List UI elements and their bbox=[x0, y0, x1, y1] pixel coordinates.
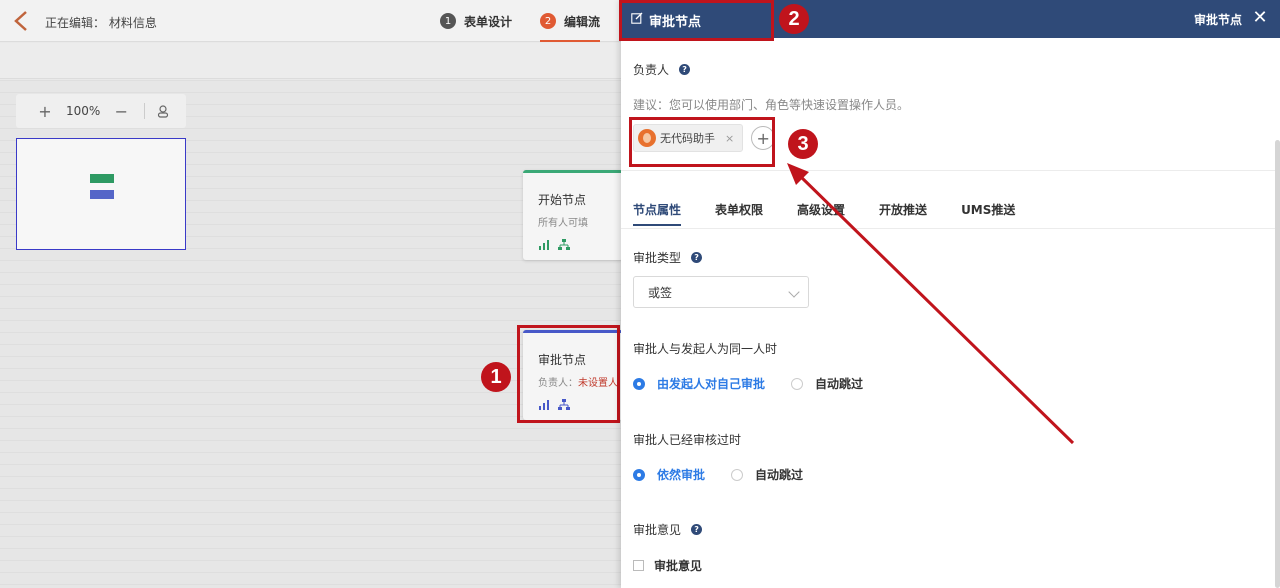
step-number: 2 bbox=[540, 13, 557, 29]
checkbox-indicator bbox=[633, 560, 644, 571]
annotation-badge-1: 1 bbox=[481, 362, 511, 392]
step-edit-flow[interactable]: 2 编辑流 bbox=[540, 0, 601, 42]
opinion-label: 审批意见 ? bbox=[633, 521, 703, 538]
start-node[interactable]: 开始节点 所有人可填 bbox=[523, 170, 623, 260]
annotation-box-2 bbox=[619, 0, 774, 41]
owner-section-label: 负责人 ? bbox=[633, 61, 691, 78]
help-icon[interactable]: ? bbox=[691, 524, 703, 535]
same-person-label: 审批人与发起人为同一人时 bbox=[633, 342, 778, 356]
minimap-approve-node bbox=[90, 190, 114, 199]
select-value: 或签 bbox=[648, 285, 673, 300]
annotation-badge-3: 3 bbox=[788, 129, 818, 159]
zoom-level: 100% bbox=[66, 104, 101, 118]
drawer-scrollbar[interactable] bbox=[1275, 140, 1280, 588]
approve-type-label: 审批类型 ? bbox=[633, 249, 703, 266]
bar-chart-icon[interactable] bbox=[538, 239, 550, 251]
org-tree-icon[interactable] bbox=[558, 239, 570, 251]
back-arrow-icon[interactable] bbox=[12, 10, 32, 32]
tab-ums-push[interactable]: UMS推送 bbox=[961, 192, 1015, 226]
radio-indicator bbox=[633, 377, 645, 390]
node-title: 开始节点 bbox=[538, 193, 587, 207]
zoom-in-button[interactable]: + bbox=[34, 102, 56, 121]
step-label: 编辑流 bbox=[564, 14, 601, 29]
reviewed-label: 审批人已经审核过时 bbox=[633, 433, 742, 447]
radio-self-approve[interactable]: 由发起人对自己审批 bbox=[633, 375, 765, 392]
zoom-out-button[interactable]: − bbox=[110, 102, 132, 121]
radio-indicator bbox=[633, 468, 645, 481]
help-icon[interactable]: ? bbox=[691, 252, 703, 263]
same-person-radio-group: 由发起人对自己审批 自动跳过 bbox=[633, 375, 889, 392]
node-subtitle: 所有人可填 bbox=[538, 218, 588, 229]
annotation-box-1 bbox=[517, 325, 620, 423]
radio-auto-skip[interactable]: 自动跳过 bbox=[791, 375, 863, 392]
owner-hint: 建议：您可以使用部门、角色等快速设置操作人员。 bbox=[633, 98, 910, 112]
radio-auto-skip-reviewed[interactable]: 自动跳过 bbox=[731, 466, 803, 483]
toolbar-divider bbox=[144, 103, 146, 119]
reviewed-radio-group: 依然审批 自动跳过 bbox=[633, 466, 829, 483]
chevron-down-icon bbox=[788, 286, 800, 298]
radio-indicator bbox=[791, 377, 804, 390]
opinion-checkbox[interactable]: 审批意见 bbox=[633, 557, 702, 574]
help-icon[interactable]: ? bbox=[679, 64, 691, 75]
approve-node-drawer: 审批节点 审批节点 ✕ 负责人 ? 建议：您可以使用部门、角色等快速设置操作人员… bbox=[621, 0, 1280, 588]
minimap-start-node bbox=[90, 174, 114, 183]
zoom-toolbar: + 100% − bbox=[16, 94, 186, 128]
tabs-underline bbox=[621, 228, 1280, 229]
annotation-box-3 bbox=[629, 117, 775, 167]
tab-open-push[interactable]: 开放推送 bbox=[879, 192, 927, 226]
section-divider bbox=[621, 170, 1280, 171]
annotation-badge-2: 2 bbox=[779, 4, 809, 34]
step-number: 1 bbox=[440, 13, 456, 29]
user-icon[interactable] bbox=[157, 104, 169, 118]
approve-type-select[interactable]: 或签 bbox=[633, 276, 809, 308]
tab-advanced-settings[interactable]: 高级设置 bbox=[797, 192, 845, 226]
close-icon[interactable]: ✕ bbox=[1250, 8, 1270, 28]
drawer-node-name: 审批节点 bbox=[1193, 13, 1242, 27]
radio-indicator bbox=[731, 468, 744, 481]
minimap[interactable] bbox=[16, 138, 186, 250]
tab-form-permissions[interactable]: 表单权限 bbox=[715, 192, 763, 226]
step-tabs: 1 表单设计 2 编辑流 bbox=[440, 0, 628, 42]
step-form-design[interactable]: 1 表单设计 bbox=[440, 0, 512, 42]
radio-still-approve[interactable]: 依然审批 bbox=[633, 466, 705, 483]
editing-label: 正在编辑： 材料信息 bbox=[45, 16, 157, 30]
drawer-tabs: 节点属性 表单权限 高级设置 开放推送 UMS推送 bbox=[633, 192, 1049, 226]
step-label: 表单设计 bbox=[464, 14, 513, 29]
tab-node-properties[interactable]: 节点属性 bbox=[633, 192, 682, 226]
